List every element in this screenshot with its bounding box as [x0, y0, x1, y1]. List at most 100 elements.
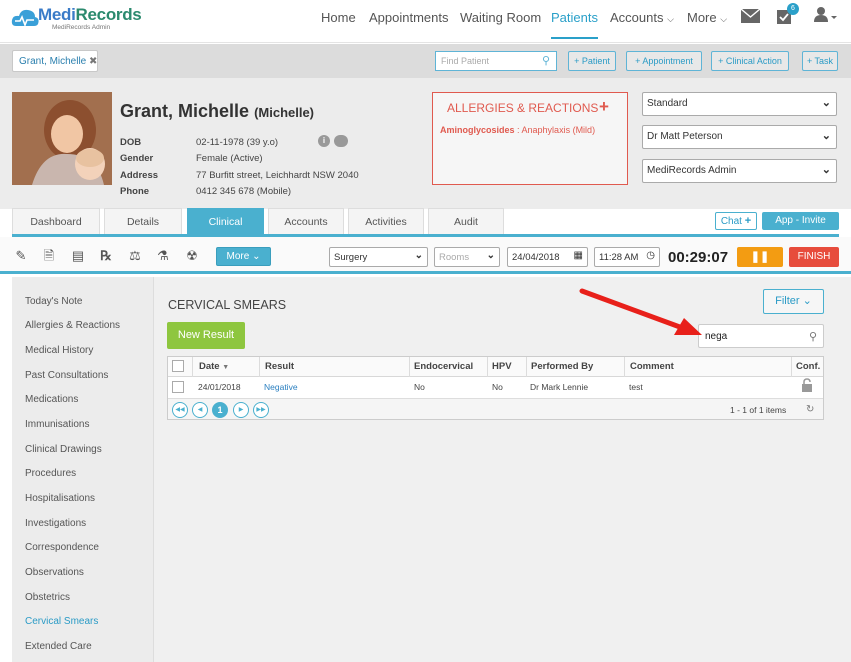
sidebar-item-hospitalisations[interactable]: Hospitalisations: [25, 493, 95, 504]
dob-value: 02-11-1978 (39 y.o): [196, 137, 279, 148]
time-input[interactable]: 11:28 AM ◷: [594, 247, 660, 267]
nav-appointments[interactable]: Appointments: [369, 10, 449, 25]
column-divider: [409, 357, 410, 377]
sidebar-item-medical-history[interactable]: Medical History: [25, 345, 93, 356]
calendar-icon[interactable]: ▦: [574, 250, 583, 261]
open-patient-tab[interactable]: Grant, Michelle ✖: [12, 50, 98, 72]
tab-dashboard[interactable]: Dashboard: [12, 208, 100, 235]
finish-button[interactable]: FINISH: [789, 247, 839, 267]
pregnancy-icon[interactable]: [334, 135, 348, 147]
items-count: 1 - 1 of 1 items: [730, 405, 787, 415]
add-appointment-button[interactable]: + Appointment: [626, 51, 702, 71]
column-divider: [487, 357, 488, 377]
mail-icon[interactable]: [741, 9, 760, 23]
nav-more[interactable]: More ⌵: [687, 10, 727, 25]
phone-label: Phone: [120, 186, 150, 197]
sidebar-item-extended-care[interactable]: Extended Care: [25, 641, 92, 652]
cell-comment: test: [629, 382, 643, 392]
prescription-icon[interactable]: ℞: [98, 248, 114, 264]
nav-home[interactable]: Home: [321, 10, 356, 25]
flask-icon[interactable]: ⚗: [155, 248, 171, 264]
document-icon[interactable]: 🗎: [41, 248, 57, 264]
current-page[interactable]: 1: [212, 402, 228, 418]
column-conf[interactable]: Conf.: [796, 361, 820, 372]
chevron-down-icon: ⌄: [802, 295, 812, 307]
tab-clinical[interactable]: Clinical: [187, 208, 264, 235]
column-hpv[interactable]: HPV: [492, 361, 512, 372]
chevron-down-icon: ⌄: [486, 250, 495, 261]
next-page-button[interactable]: ▶: [233, 402, 249, 418]
practice-select[interactable]: MediRecords Admin ⌄: [642, 159, 837, 183]
date-input[interactable]: 24/04/2018 ▦: [507, 247, 588, 267]
red-arrow-annotation: [579, 288, 702, 335]
add-patient-button[interactable]: + Patient: [568, 51, 616, 71]
sidebar-item-obstetrics[interactable]: Obstetrics: [25, 592, 70, 603]
pause-button[interactable]: ❚❚: [737, 247, 783, 267]
radiology-icon[interactable]: ☢: [184, 248, 200, 264]
row-checkbox[interactable]: [172, 381, 184, 393]
sidebar-item-todays-note[interactable]: Today's Note: [25, 296, 83, 307]
sidebar-item-medications[interactable]: Medications: [25, 394, 78, 405]
sidebar-item-past-consultations[interactable]: Past Consultations: [25, 370, 108, 381]
refresh-icon[interactable]: ↻: [806, 404, 814, 415]
location-select[interactable]: Surgery ⌄: [329, 247, 428, 267]
tab-accounts[interactable]: Accounts: [268, 208, 344, 235]
allergy-item: Aminoglycosides : Anaphylaxis (Mild): [440, 125, 596, 135]
first-page-button[interactable]: ◀◀: [172, 402, 188, 418]
filter-button[interactable]: Filter ⌄: [763, 289, 824, 314]
rooms-select[interactable]: Rooms ⌄: [434, 247, 500, 267]
last-page-button[interactable]: ▶▶: [253, 402, 269, 418]
clock-icon[interactable]: ◷: [646, 250, 655, 261]
tab-details[interactable]: Details: [104, 208, 182, 235]
find-patient-input[interactable]: Find Patient: [435, 51, 557, 71]
column-date[interactable]: Date ▼: [199, 361, 229, 372]
chevron-down-icon: ⌄: [821, 97, 831, 109]
chevron-down-icon: ⌵: [667, 14, 674, 24]
add-clinical-action-button[interactable]: + Clinical Action: [711, 51, 789, 71]
chevron-down-icon: ⌵: [720, 14, 728, 24]
search-input[interactable]: nega: [698, 324, 824, 348]
sidebar-item-allergies[interactable]: Allergies & Reactions: [25, 320, 120, 331]
info-icon[interactable]: i: [318, 135, 330, 147]
tab-activities[interactable]: Activities: [348, 208, 424, 235]
note-icon[interactable]: ✎: [13, 248, 29, 264]
nav-accounts[interactable]: Accounts ⌵: [610, 10, 674, 25]
sidebar-item-procedures[interactable]: Procedures: [25, 468, 76, 479]
column-endocervical[interactable]: Endocervical: [414, 361, 473, 372]
sidebar-item-immunisations[interactable]: Immunisations: [25, 419, 89, 430]
practitioner-select[interactable]: Dr Matt Peterson ⌄: [642, 125, 837, 149]
cell-result-link[interactable]: Negative: [264, 382, 298, 392]
close-icon[interactable]: ✖: [89, 56, 97, 67]
lock-icon[interactable]: [801, 378, 813, 392]
column-divider: [526, 357, 527, 377]
select-all-checkbox[interactable]: [172, 360, 184, 372]
sidebar-item-investigations[interactable]: Investigations: [25, 518, 86, 529]
user-icon[interactable]: [814, 6, 838, 24]
app-invite-button[interactable]: App - Invite: [762, 212, 839, 230]
column-result[interactable]: Result: [265, 361, 294, 372]
nav-waiting-room[interactable]: Waiting Room: [460, 10, 541, 25]
column-comment[interactable]: Comment: [630, 361, 674, 372]
form-icon[interactable]: ▤: [70, 248, 86, 264]
patient-name: Grant, Michelle (Michelle): [120, 101, 315, 121]
prev-page-button[interactable]: ◀: [192, 402, 208, 418]
sidebar-item-cervical-smears[interactable]: Cervical Smears: [25, 616, 98, 627]
more-button[interactable]: More ⌄: [216, 247, 271, 266]
cell-endocervical: No: [414, 382, 425, 392]
add-allergy-icon[interactable]: +: [599, 97, 609, 117]
chevron-down-icon: ⌄: [252, 251, 261, 262]
appointment-type-select[interactable]: Standard ⌄: [642, 92, 837, 116]
app-logo[interactable]: MediRecords: [38, 5, 142, 25]
chevron-down-icon: ⌄: [821, 164, 831, 176]
column-performed-by[interactable]: Performed By: [531, 361, 593, 372]
column-divider: [624, 357, 625, 377]
chat-button[interactable]: Chat +: [715, 212, 757, 230]
sidebar-item-correspondence[interactable]: Correspondence: [25, 542, 99, 553]
sidebar-item-observations[interactable]: Observations: [25, 567, 84, 578]
nav-patients[interactable]: Patients: [551, 10, 598, 39]
new-result-button[interactable]: New Result: [167, 322, 245, 349]
microscope-icon[interactable]: ⚖: [127, 248, 143, 264]
tab-audit[interactable]: Audit: [428, 208, 504, 235]
add-task-button[interactable]: + Task: [802, 51, 838, 71]
sidebar-item-clinical-drawings[interactable]: Clinical Drawings: [25, 444, 102, 455]
